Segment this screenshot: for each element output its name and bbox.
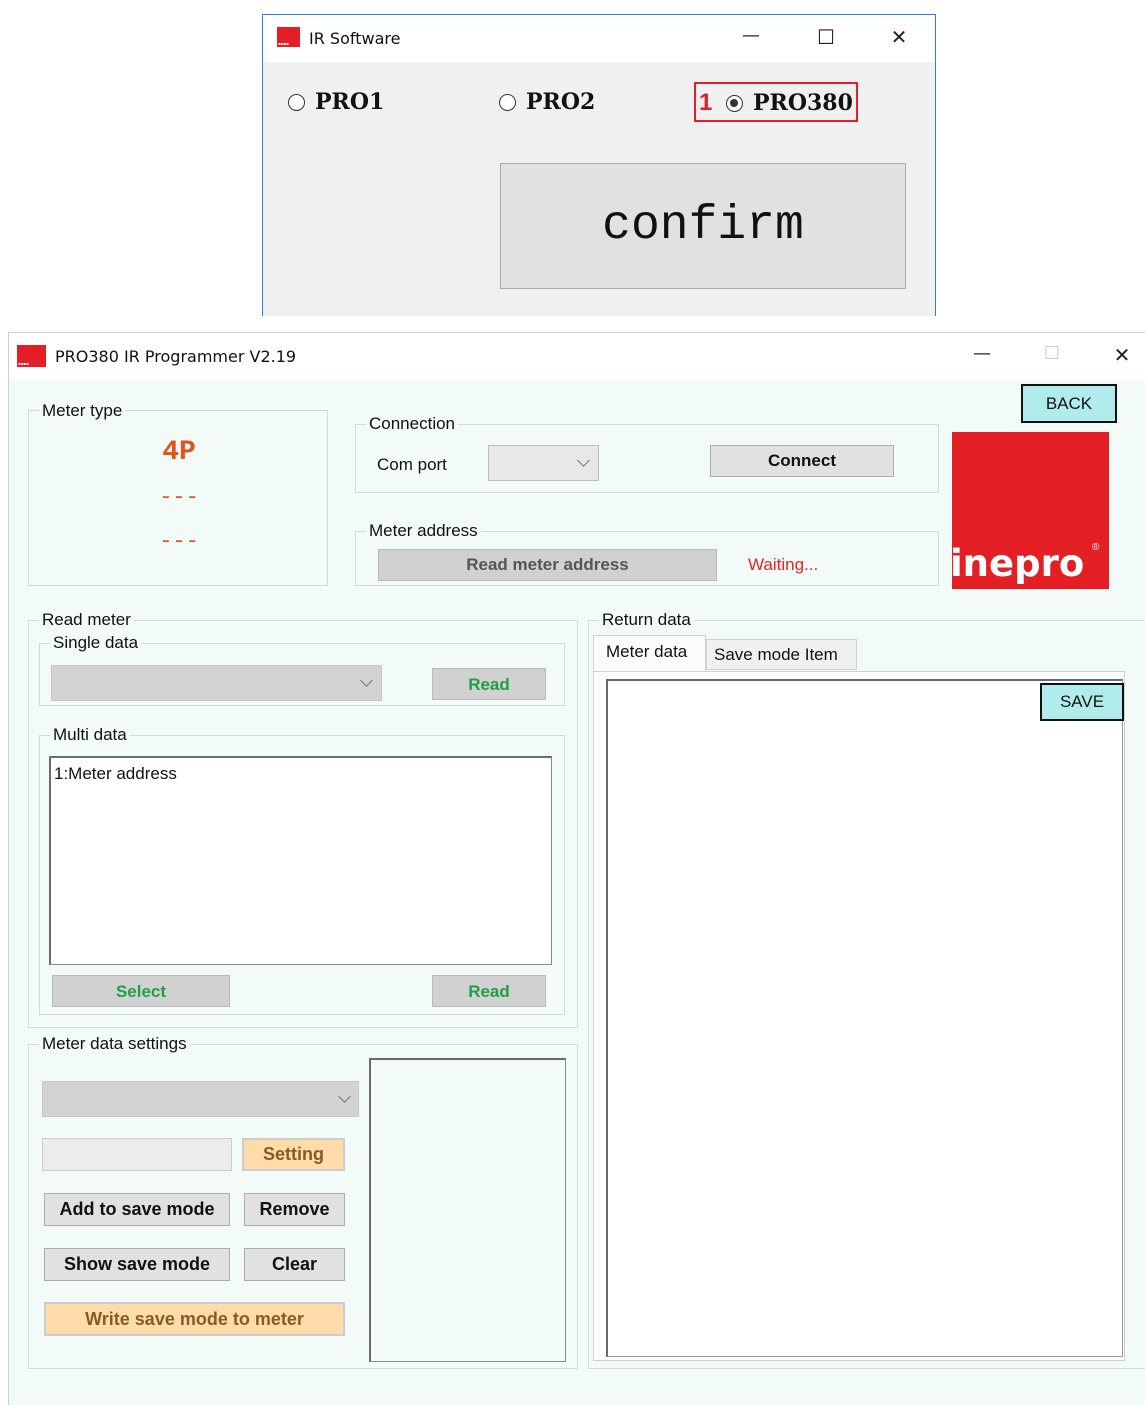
meter-data-settings-group: Meter data settings Setting Add to save … <box>28 1034 578 1369</box>
multi-data-list[interactable]: 1:Meter address <box>49 756 552 965</box>
radio-circle-icon[interactable] <box>499 94 516 111</box>
single-read-button[interactable]: Read <box>432 668 546 700</box>
maximize-button: ☐ <box>1043 343 1061 364</box>
meter-type-line3: --- <box>159 529 199 554</box>
window-title: PRO380 IR Programmer V2.19 <box>55 347 297 366</box>
add-to-save-mode-button[interactable]: Add to save mode <box>44 1193 230 1226</box>
write-save-mode-button[interactable]: Write save mode to meter <box>44 1302 345 1336</box>
tab-meter-data[interactable]: Meter data <box>593 635 706 673</box>
pro380-programmer-window: ▪▪▪▪ PRO380 IR Programmer V2.19 — ☐ ✕ BA… <box>8 332 1145 1405</box>
list-item[interactable]: 1:Meter address <box>54 764 177 784</box>
meter-type-value: 4P <box>162 437 196 468</box>
read-meter-group: Read meter Single data Read Multi data 1… <box>28 610 578 1028</box>
annotation-number: 1 <box>699 89 713 116</box>
meter-address-label: Meter address <box>366 521 481 541</box>
settings-item-select[interactable] <box>42 1081 359 1117</box>
read-meter-label: Read meter <box>39 610 134 630</box>
com-port-select[interactable] <box>488 445 599 481</box>
meter-data-settings-label: Meter data settings <box>39 1034 190 1054</box>
tab-panel: SAVE <box>593 671 1125 1361</box>
dialog-title: IR Software <box>309 29 401 48</box>
inepro-logo-icon: ▪▪▪▪ <box>17 345 46 367</box>
meter-address-group: Meter address Read meter address Waiting… <box>355 521 939 586</box>
connect-button[interactable]: Connect <box>710 445 894 477</box>
meter-type-line2: --- <box>159 485 199 510</box>
chevron-down-icon <box>360 674 373 687</box>
minimize-button[interactable]: — <box>964 343 1000 364</box>
single-data-select[interactable] <box>51 665 382 701</box>
back-button[interactable]: BACK <box>1021 384 1117 423</box>
single-data-label: Single data <box>50 633 142 653</box>
radio-label-pro2: PRO2 <box>526 89 596 115</box>
settings-value-input[interactable] <box>42 1138 232 1171</box>
radio-option-pro380[interactable]: PRO380 <box>726 86 856 120</box>
return-data-label: Return data <box>599 610 694 630</box>
multi-data-group: Multi data 1:Meter address Select Read <box>39 725 565 1015</box>
com-port-label: Com port <box>377 455 447 474</box>
connection-group: Connection Com port Connect <box>355 414 939 493</box>
annotation-highlight-box: 1 PRO380 <box>694 82 858 122</box>
brand-text: inepro <box>952 542 1085 585</box>
save-mode-list[interactable] <box>369 1058 566 1362</box>
multi-select-button[interactable]: Select <box>52 975 230 1007</box>
radio-label-pro380: PRO380 <box>753 90 853 116</box>
show-save-mode-button[interactable]: Show save mode <box>44 1248 230 1281</box>
dialog-titlebar: ▪▪▪▪ IR Software — ☐ ✕ <box>263 15 935 62</box>
main-titlebar: ▪▪▪▪ PRO380 IR Programmer V2.19 — ☐ ✕ <box>9 333 1145 380</box>
multi-data-label: Multi data <box>50 725 130 745</box>
return-data-group: Return data Meter data Save mode Item SA… <box>588 610 1145 1369</box>
meter-address-status: Waiting... <box>748 555 819 574</box>
meter-type-group: Meter type 4P --- --- <box>28 401 328 586</box>
chevron-down-icon <box>338 1090 351 1103</box>
ir-software-dialog: ▪▪▪▪ IR Software — ☐ ✕ PRO1 PRO2 1 PRO38… <box>262 14 936 316</box>
single-data-group: Single data Read <box>39 633 565 706</box>
multi-read-button[interactable]: Read <box>432 975 546 1007</box>
close-button[interactable]: ✕ <box>881 25 917 49</box>
radio-circle-icon[interactable] <box>288 94 305 111</box>
maximize-button[interactable]: ☐ <box>808 25 844 49</box>
radio-label-pro1: PRO1 <box>315 89 385 115</box>
close-button[interactable]: ✕ <box>1104 343 1140 367</box>
setting-button[interactable]: Setting <box>242 1138 345 1171</box>
confirm-button[interactable]: confirm <box>500 163 906 289</box>
chevron-down-icon <box>577 454 590 467</box>
connection-label: Connection <box>366 414 459 434</box>
inepro-brand-logo: inepro ® <box>952 432 1109 589</box>
clear-button[interactable]: Clear <box>244 1248 345 1281</box>
radio-selected-icon[interactable] <box>726 95 743 112</box>
tab-save-mode-item[interactable]: Save mode Item <box>706 639 857 670</box>
meter-type-label: Meter type <box>39 401 126 421</box>
minimize-button[interactable]: — <box>733 25 769 46</box>
read-meter-address-button[interactable]: Read meter address <box>378 549 717 581</box>
save-button[interactable]: SAVE <box>1040 683 1124 721</box>
remove-button[interactable]: Remove <box>244 1193 345 1226</box>
registered-mark: ® <box>1092 542 1100 553</box>
return-data-text-area[interactable]: SAVE <box>606 679 1124 1357</box>
inepro-logo-icon: ▪▪▪▪ <box>277 27 300 47</box>
